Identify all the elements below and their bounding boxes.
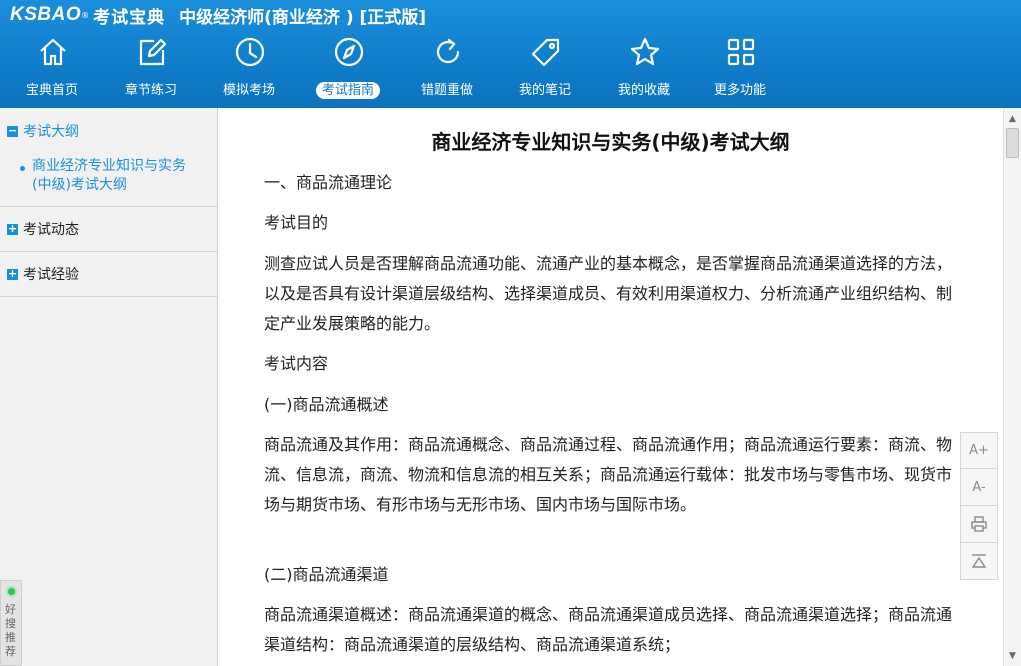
vertical-scrollbar[interactable]: ▲ ▼ (1003, 108, 1021, 666)
edit-icon (139, 38, 167, 66)
scroll-up-arrow-icon[interactable]: ▲ (1004, 110, 1021, 127)
toolbar-label: 更多功能 (713, 83, 766, 98)
back-to-top-button[interactable] (960, 543, 998, 580)
doc-paragraph: 测查应试人员是否理解商品流通功能、流通产业的基本概念，是否掌握商品流通渠道选择的… (264, 254, 953, 333)
scrollbar-thumb[interactable] (1006, 128, 1019, 158)
sidebar-section-exam-experience: + 考试经验 (0, 252, 217, 297)
toolbar-more-button[interactable]: 更多功能 (695, 32, 785, 106)
home-icon (40, 38, 66, 66)
toolbar-label: 错题重做 (420, 83, 473, 98)
expand-icon: + (7, 221, 18, 235)
document-title: 商业经济专业知识与实务(中级)考试大纲 (431, 130, 790, 154)
sidebar-section-header[interactable]: − 考试大纲 (0, 108, 217, 154)
sidebar-section-header[interactable]: + 考试动态 (0, 207, 217, 251)
tag-icon (531, 38, 560, 67)
font-increase-button[interactable]: A+ (960, 432, 998, 469)
toolbar-wrong-redo-button[interactable]: 错题重做 (402, 32, 492, 106)
recommend-widget[interactable]: 好搜推荐 (0, 580, 22, 666)
toolbar-label: 我的收藏 (617, 83, 670, 98)
logo-brand: KSBAO (10, 4, 82, 25)
document-view: 商业经济专业知识与实务(中级)考试大纲 一、商品流通理论 考试目的 测查应试人员… (219, 108, 1002, 666)
print-icon (971, 516, 987, 532)
sidebar-section-title: 考试大纲 (23, 124, 79, 140)
toolbar-favorites-button[interactable]: 我的收藏 (599, 32, 689, 106)
sidebar-item-outline[interactable]: 商业经济专业知识与实务(中级)考试大纲 (0, 154, 217, 206)
clock-icon (235, 37, 265, 67)
collapse-icon: − (7, 123, 18, 137)
grid-icon (727, 38, 755, 66)
main-toolbar: 宝典首页 章节练习 模拟考场 考试指南 错题重做 我的笔记 我的收藏 更多功能 (0, 32, 1021, 108)
doc-subheading: (二)商品流通渠道 (264, 565, 389, 584)
title-bar: KSBAO ® 考试宝典 中级经济师(商业经济 ) [正式版] (0, 0, 1021, 30)
toolbar-chapter-practice-button[interactable]: 章节练习 (106, 32, 196, 106)
refresh-icon (436, 38, 460, 64)
toolbar-mock-exam-button[interactable]: 模拟考场 (204, 32, 294, 106)
toolbar-home-button[interactable]: 宝典首页 (7, 32, 97, 106)
app-title: 中级经济师(商业经济 ) [正式版] (179, 7, 427, 28)
doc-heading: 一、商品流通理论 (264, 173, 393, 192)
toolbar-label: 模拟考场 (222, 83, 275, 98)
toolbar-label: 考试指南 (315, 82, 380, 99)
toolbar-label: 章节练习 (124, 83, 177, 98)
toolbar-my-notes-button[interactable]: 我的笔记 (500, 32, 590, 106)
doc-subheading: 考试目的 (264, 213, 329, 232)
sidebar-section-title: 考试动态 (23, 222, 79, 238)
bullet-icon (20, 166, 25, 171)
toolbar-label: 宝典首页 (25, 83, 78, 98)
app-header: KSBAO ® 考试宝典 中级经济师(商业经济 ) [正式版] 宝典首页 章节练… (0, 0, 1021, 108)
compass-icon (334, 37, 364, 67)
expand-icon: + (7, 266, 18, 280)
sidebar-section-title: 考试经验 (23, 267, 79, 283)
toolbar-exam-guide-button[interactable]: 考试指南 (303, 32, 393, 106)
sidebar-section-exam-news: + 考试动态 (0, 207, 217, 252)
font-decrease-button[interactable]: A- (960, 469, 998, 506)
doc-subheading: 考试内容 (264, 354, 329, 373)
doc-subheading: (一)商品流通概述 (264, 395, 389, 414)
sidebar-item-label: 商业经济专业知识与实务(中级)考试大纲 (32, 158, 186, 193)
scroll-down-arrow-icon[interactable]: ▼ (1004, 647, 1021, 664)
star-icon (630, 37, 660, 66)
side-tools: A+ A- (960, 432, 998, 580)
logo-cn: 考试宝典 (93, 7, 166, 28)
sidebar: − 考试大纲 商业经济专业知识与实务(中级)考试大纲 + 考试动态 + 考试经验… (0, 108, 218, 666)
doc-paragraph: 商品流通渠道概述：商品流通渠道的概念、商品流通渠道成员选择、商品流通渠道选择；商… (264, 605, 953, 654)
sidebar-section-header[interactable]: + 考试经验 (0, 252, 217, 296)
doc-paragraph: 商品流通及其作用：商品流通概念、商品流通过程、商品流通作用；商品流通运行要素：商… (264, 435, 953, 514)
recommend-label: 好搜推荐 (5, 603, 16, 658)
toolbar-label: 我的笔记 (518, 83, 571, 98)
status-dot-icon (6, 586, 17, 597)
print-button[interactable] (960, 506, 998, 543)
logo: KSBAO ® 考试宝典 (10, 3, 165, 28)
logo-reg-mark: ® (81, 10, 90, 20)
sidebar-section-exam-outline: − 考试大纲 商业经济专业知识与实务(中级)考试大纲 (0, 108, 217, 207)
back-to-top-icon (971, 554, 987, 568)
